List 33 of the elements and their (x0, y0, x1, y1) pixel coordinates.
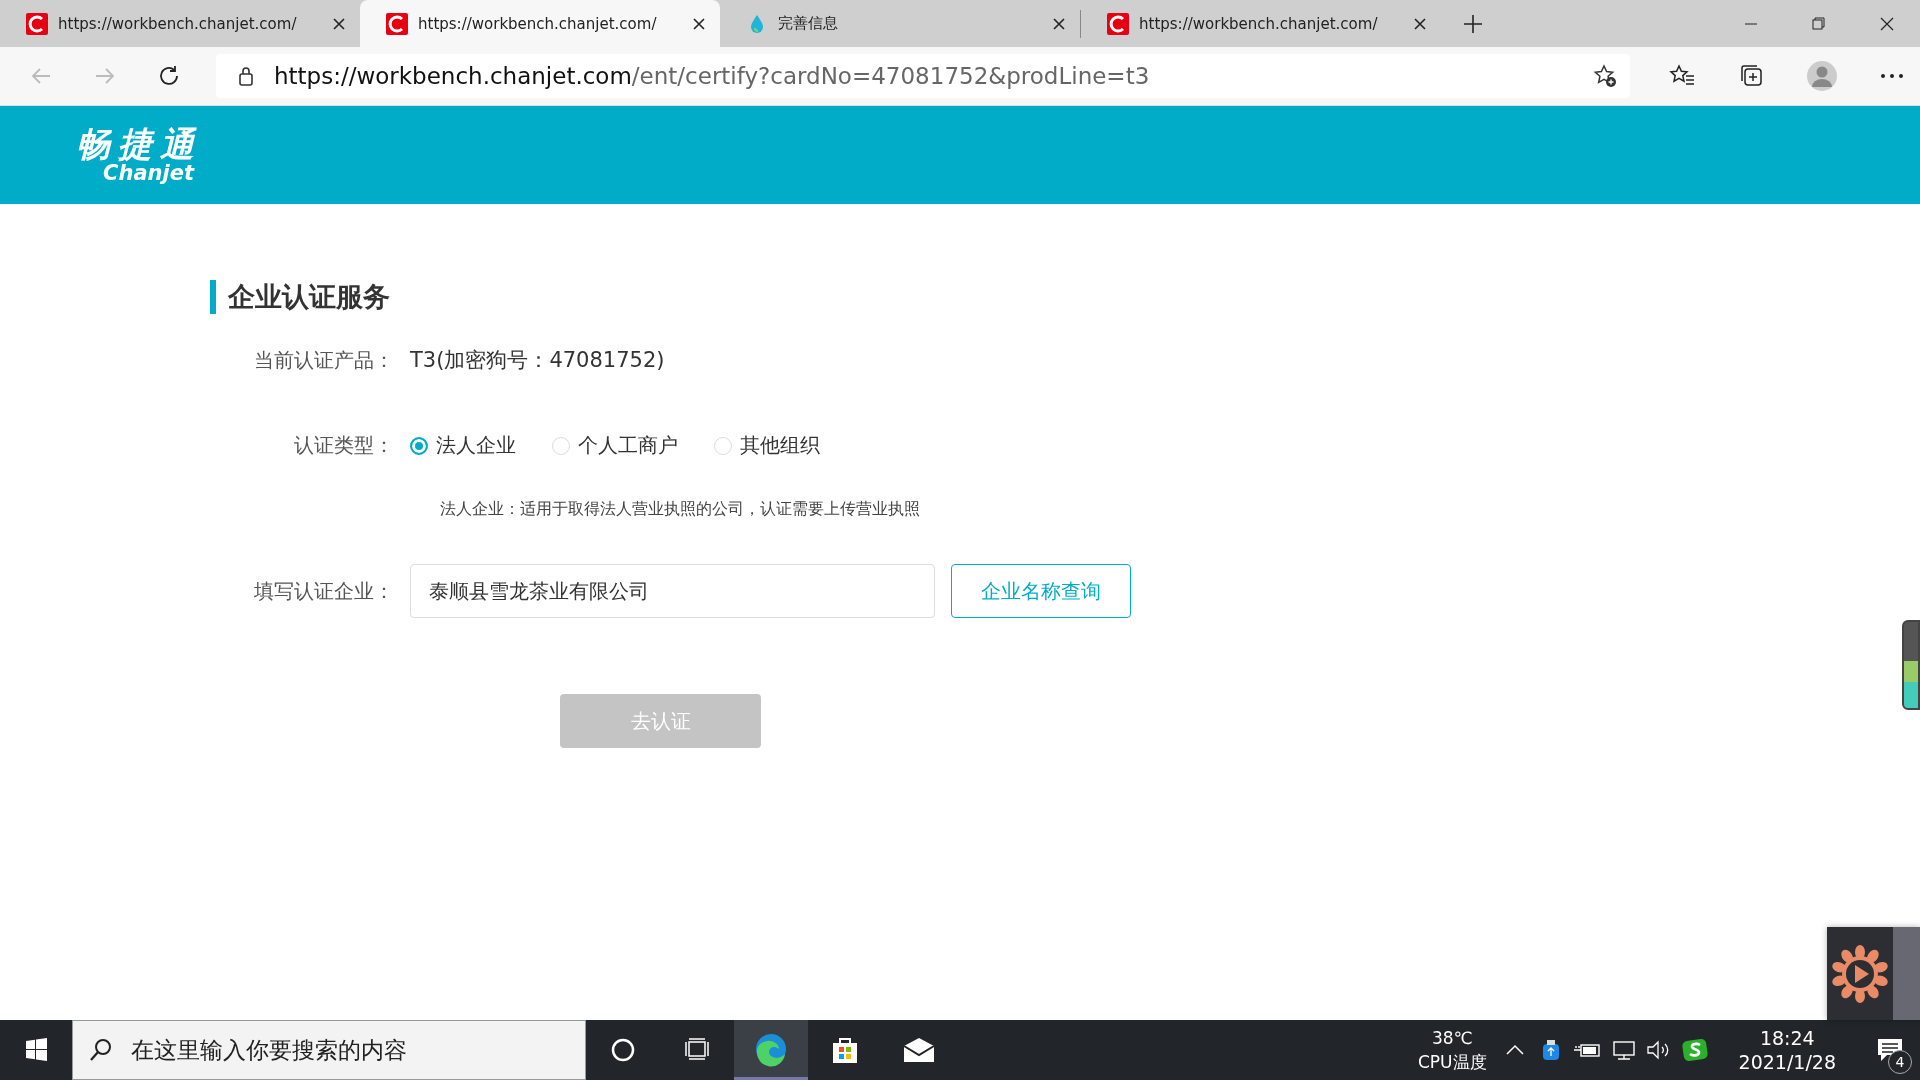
radio-option[interactable]: 其他组织 (714, 432, 820, 459)
radio-option[interactable]: 个人工商户 (552, 432, 678, 459)
system-clock[interactable]: 18:24 2021/1/28 (1712, 1026, 1860, 1074)
cpu-temperature-label: CPU温度 (1418, 1051, 1487, 1074)
add-favorite-icon[interactable] (1592, 63, 1618, 89)
url-text: https://workbench.chanjet.com/ent/certify?cardNo=47081752&prodLine=t3 (274, 63, 1150, 89)
browser-tab[interactable]: https://workbench.chanjet.com/ (1081, 0, 1441, 47)
hint-text: 法人企业：适用于取得法人营业执照的公司，认证需要上传营业执照 (440, 499, 920, 518)
taskbar-search-field[interactable]: 在这里输入你要搜索的内容 (72, 1020, 586, 1080)
notification-center-button[interactable]: 4 (1860, 1020, 1920, 1080)
c-logo-icon (26, 12, 48, 35)
browser-tab[interactable]: 完善信息 (720, 0, 1080, 47)
logo-text: 畅捷通 (76, 126, 202, 161)
field-label: 填写认证企业： (253, 577, 394, 605)
field-label: 认证类型： (293, 432, 394, 459)
company-input[interactable]: 泰顺县雪龙茶业有限公司 (410, 564, 935, 618)
c-logo-icon (1107, 12, 1129, 35)
floating-app-widget[interactable] (1827, 927, 1920, 1020)
address-field[interactable]: https://workbench.chanjet.com/ent/certify?cardNo=47081752&prodLine=t3 (216, 54, 1630, 98)
radio-option[interactable]: 法人企业 (410, 432, 516, 459)
c-logo-icon (386, 12, 408, 35)
cpu-temperature: 38℃ (1431, 1027, 1473, 1050)
browser-icon[interactable] (734, 1020, 808, 1080)
notification-count-badge: 4 (1888, 1050, 1912, 1074)
browser-tab[interactable]: https://workbench.chanjet.com/ (0, 0, 360, 47)
product-value: T3(加密狗号：47081752) (410, 347, 665, 374)
profile-avatar-icon[interactable] (1804, 60, 1840, 92)
lock-icon (236, 65, 256, 87)
field-label: 当前认证产品： (253, 346, 394, 374)
section-title: 企业认证服务 (210, 280, 1920, 314)
browser-tab[interactable]: https://workbench.chanjet.com/ (360, 0, 720, 47)
search-icon (88, 1037, 114, 1063)
logo-text: Chanjet (103, 162, 194, 184)
